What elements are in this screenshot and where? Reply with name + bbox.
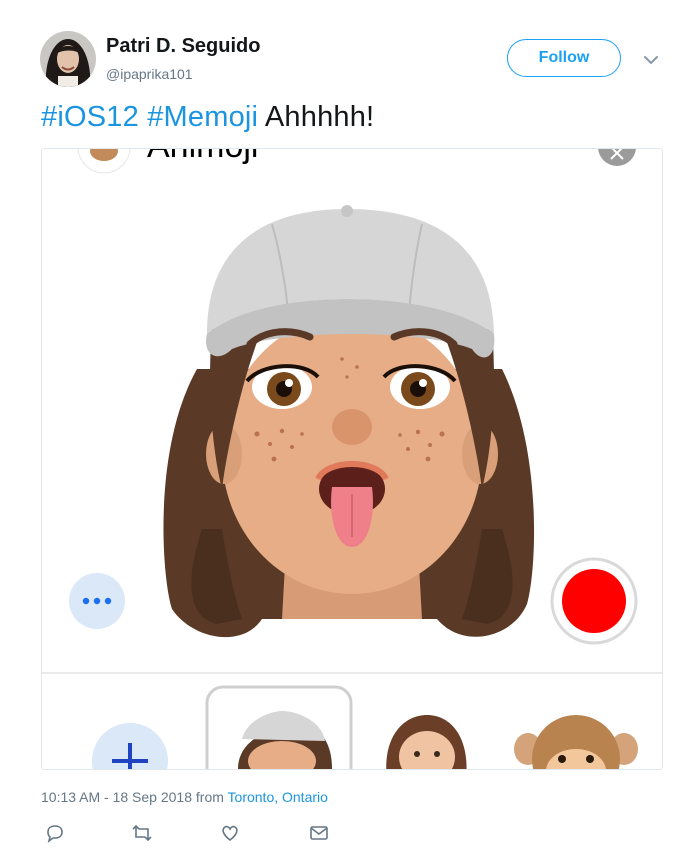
direct-message-icon[interactable]: [308, 822, 330, 844]
memoji-screenshot: Animoji: [42, 149, 662, 769]
retweet-icon[interactable]: [131, 822, 153, 844]
follow-button[interactable]: Follow: [507, 39, 621, 77]
hashtag-memoji[interactable]: #Memoji: [147, 101, 258, 133]
tweet-media[interactable]: Animoji: [41, 148, 663, 770]
author-handle[interactable]: @ipaprika101: [106, 66, 193, 82]
more-options-button[interactable]: [69, 573, 125, 629]
like-icon[interactable]: [219, 822, 241, 844]
tweet-text: #iOS12 #Memoji Ahhhhh!: [41, 101, 374, 134]
animoji-title: Animoji: [147, 149, 258, 165]
memoji-thumbnail-selected[interactable]: [205, 685, 353, 769]
chevron-down-icon[interactable]: [641, 50, 661, 70]
author-avatar[interactable]: [40, 31, 96, 87]
reply-icon[interactable]: [44, 822, 66, 844]
timestamp-text: 10:13 AM - 18 Sep 2018 from: [41, 789, 228, 805]
hashtag-ios12[interactable]: #iOS12: [41, 101, 139, 133]
tweet-timestamp: 10:13 AM - 18 Sep 2018 from Toronto, Ont…: [41, 789, 328, 805]
location-link[interactable]: Toronto, Ontario: [228, 789, 328, 805]
author-display-name[interactable]: Patri D. Seguido: [106, 35, 260, 58]
record-button[interactable]: [550, 557, 638, 645]
tweet-body: Ahhhhh!: [264, 101, 375, 133]
avatar-image: [40, 31, 96, 87]
